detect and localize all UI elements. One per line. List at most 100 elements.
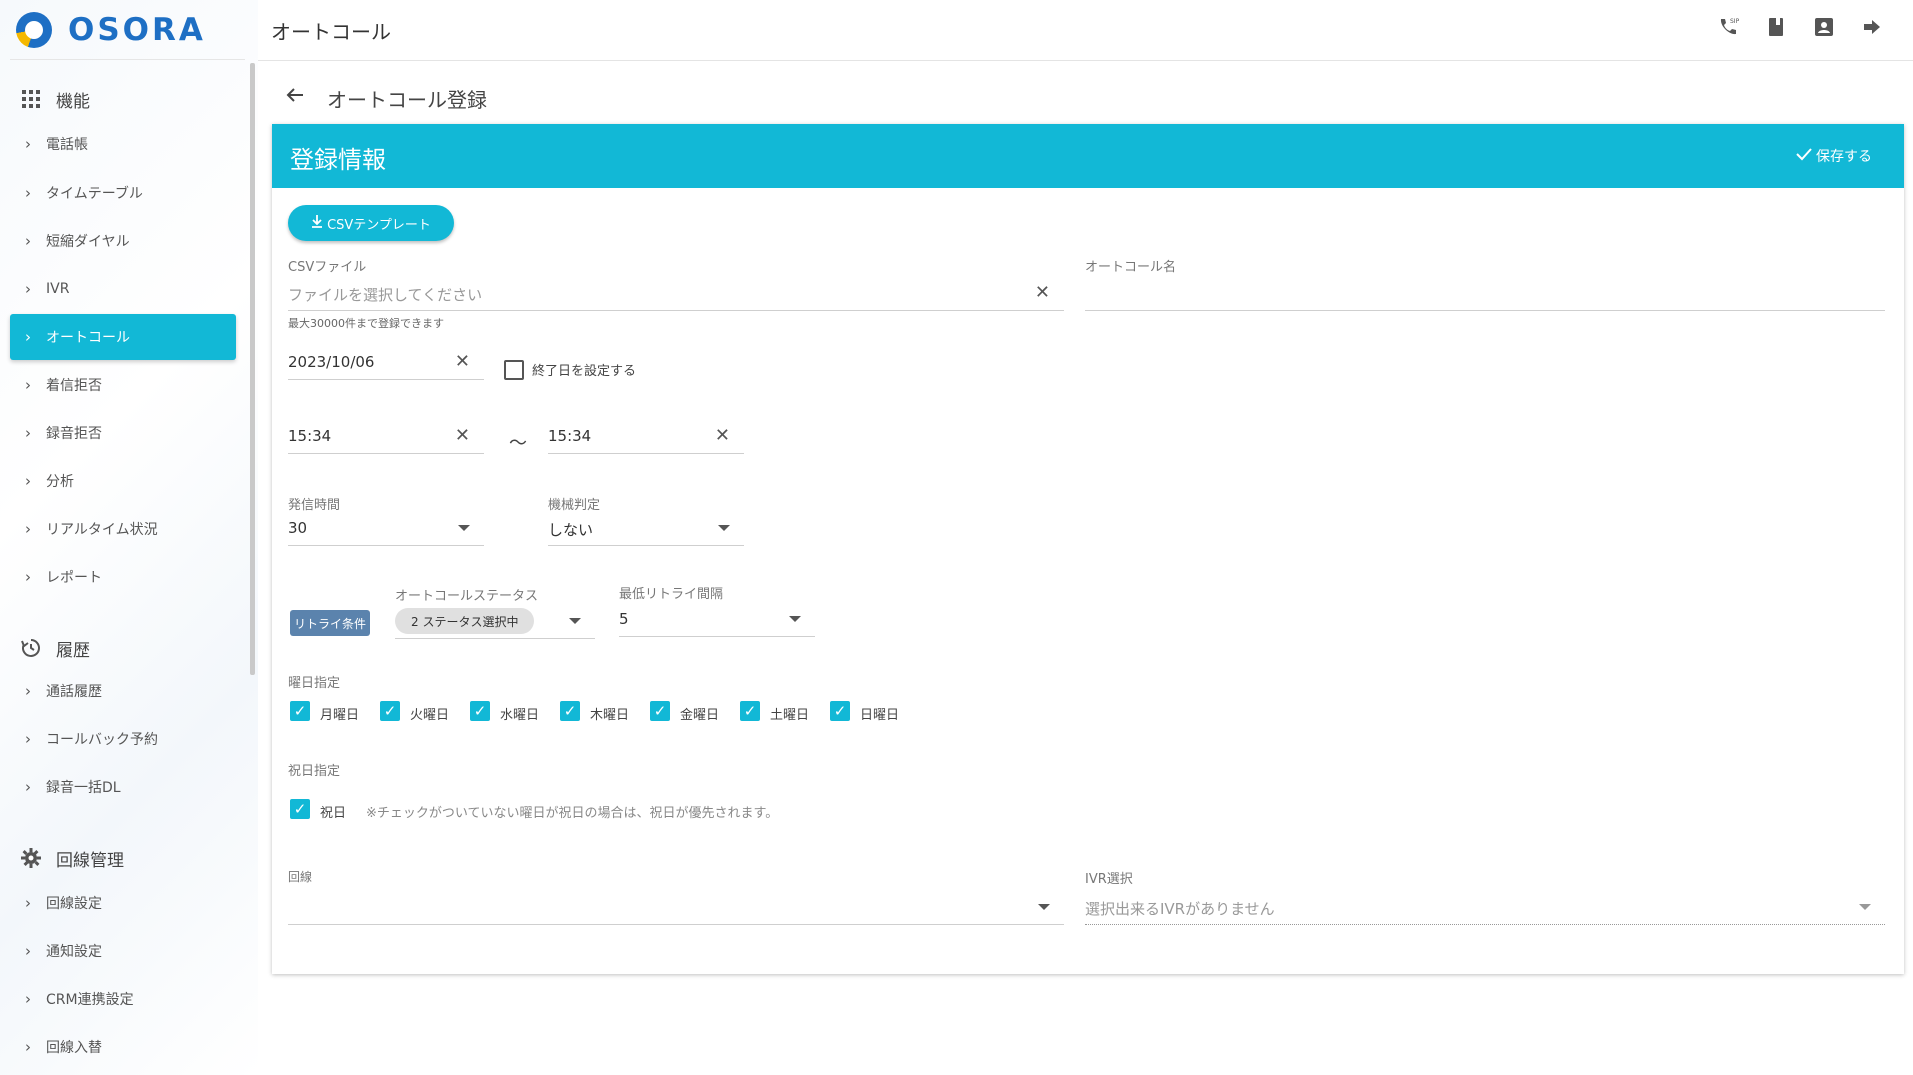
time-separator: ～ (509, 433, 527, 454)
sidebar-item-report[interactable]: › レポート (10, 554, 236, 600)
thursday-label: 木曜日 (590, 708, 630, 723)
tuesday-checkbox[interactable]: ✓ (380, 701, 400, 721)
chevron-right-icon: › (25, 424, 31, 442)
chevron-right-icon: › (25, 376, 31, 394)
friday-label: 金曜日 (680, 708, 720, 723)
sidebar-item-label: 録音一括DL (46, 780, 121, 796)
sunday-checkbox[interactable]: ✓ (830, 701, 850, 721)
time-to-value: 15:34 (548, 427, 592, 445)
dropdown-arrow-icon (789, 616, 801, 622)
dropdown-arrow-icon (1859, 904, 1871, 910)
divider (10, 59, 245, 60)
monday-checkbox[interactable]: ✓ (290, 701, 310, 721)
start-date-input[interactable]: 2023/10/06 ✕ (288, 349, 484, 380)
wednesday-label: 水曜日 (500, 708, 540, 723)
sidebar-item-speed-dial[interactable]: › 短縮ダイヤル (10, 218, 236, 264)
time-to-input[interactable]: 15:34 ✕ (548, 423, 744, 454)
section-title: 回線管理 (56, 850, 124, 871)
contact-icon[interactable] (1813, 16, 1835, 38)
autocall-status-select[interactable]: 2 ステータス選択中 (395, 608, 595, 639)
check-icon (1796, 147, 1812, 165)
clear-icon[interactable]: ✕ (715, 425, 730, 446)
book-icon[interactable] (1765, 16, 1787, 38)
sidebar-item-crm-settings[interactable]: › CRM連携設定 (10, 976, 236, 1022)
sidebar-item-autocall[interactable]: › オートコール (10, 314, 236, 360)
sidebar-item-analysis[interactable]: › 分析 (10, 458, 236, 504)
autocall-name-input[interactable] (1085, 280, 1885, 311)
call-time-select[interactable]: 30 (288, 515, 484, 546)
line-select[interactable] (288, 894, 1064, 925)
sidebar-item-line-settings[interactable]: › 回線設定 (10, 880, 236, 926)
logout-icon[interactable] (1861, 16, 1883, 38)
clear-icon[interactable]: ✕ (455, 425, 470, 446)
tuesday-label: 火曜日 (410, 708, 450, 723)
sidebar-item-recording-block[interactable]: › 録音拒否 (10, 410, 236, 456)
download-icon (311, 214, 323, 232)
sidebar-item-realtime[interactable]: › リアルタイム状況 (10, 506, 236, 552)
history-icon (20, 637, 42, 659)
saturday-checkbox[interactable]: ✓ (740, 701, 760, 721)
retry-condition-tag: リトライ条件 (290, 610, 370, 636)
line-label: 回線 (288, 870, 313, 884)
clear-icon[interactable]: ✕ (455, 351, 470, 372)
sidebar-item-label: 録音拒否 (46, 426, 102, 442)
sidebar-item-label: 短縮ダイヤル (46, 234, 130, 250)
sidebar-item-callback[interactable]: › コールバック予約 (10, 716, 236, 762)
ivr-placeholder: 選択出来るIVRがありません (1085, 900, 1275, 918)
sidebar-item-ivr[interactable]: › IVR (10, 266, 236, 312)
sidebar-item-label: オートコール (46, 330, 130, 346)
section-header-features: 機能 (20, 86, 90, 112)
holiday-label: 祝日指定 (288, 764, 341, 779)
page-title: オートコール登録 (327, 88, 487, 112)
dropdown-arrow-icon (569, 618, 581, 624)
chevron-right-icon: › (25, 1038, 31, 1056)
sip-phone-icon[interactable]: SIP (1717, 16, 1739, 38)
sidebar-item-line-swap[interactable]: › 回線入替 (10, 1024, 236, 1070)
chevron-right-icon: › (25, 328, 31, 346)
sidebar-item-notification-settings[interactable]: › 通知設定 (10, 928, 236, 974)
chevron-right-icon: › (25, 135, 31, 153)
holiday-checkbox[interactable]: ✓ (290, 799, 310, 819)
grid-icon (20, 88, 42, 110)
csv-file-hint: 最大30000件まで登録できます (288, 317, 444, 330)
monday-label: 月曜日 (320, 708, 360, 723)
clear-icon[interactable]: ✕ (1035, 282, 1050, 303)
sidebar-item-call-history[interactable]: › 通話履歴 (10, 668, 236, 714)
save-button[interactable]: 保存する (1796, 146, 1872, 166)
csv-file-label: CSVファイル (288, 260, 367, 275)
machine-detect-select[interactable]: しない (548, 515, 744, 546)
sidebar-item-label: コールバック予約 (46, 732, 158, 748)
time-from-input[interactable]: 15:34 ✕ (288, 423, 484, 454)
csv-template-button[interactable]: CSVテンプレート (288, 205, 454, 241)
call-time-value: 30 (288, 519, 308, 537)
sidebar-item-timetable[interactable]: › タイムテーブル (10, 170, 236, 216)
sidebar-item-label: 電話帳 (46, 137, 88, 153)
section-title: 機能 (56, 91, 90, 112)
registration-card: 登録情報 保存する CSVテンプレート CSVファイル ファイルを選択してくださ… (272, 124, 1904, 974)
sidebar-item-label: リアルタイム状況 (46, 522, 158, 538)
logo[interactable]: OSORA (16, 10, 206, 50)
chevron-right-icon: › (25, 520, 31, 538)
min-retry-interval-select[interactable]: 5 (619, 606, 815, 637)
thursday-checkbox[interactable]: ✓ (560, 701, 580, 721)
sidebar-item-recording-dl[interactable]: › 録音一括DL (10, 764, 236, 810)
holiday-note: ※チェックがついていない曜日が祝日の場合は、祝日が優先されます。 (366, 806, 779, 821)
sidebar-scrollbar[interactable] (250, 63, 255, 675)
back-arrow-icon[interactable] (284, 84, 306, 112)
min-retry-interval-value: 5 (619, 610, 629, 628)
sidebar-item-label: CRM連携設定 (46, 992, 134, 1008)
chevron-right-icon: › (25, 990, 31, 1008)
top-icons: SIP (1717, 16, 1883, 38)
top-bar: オートコール SIP (258, 0, 1913, 61)
autocall-status-label: オートコールステータス (395, 589, 539, 604)
sidebar-item-incoming-block[interactable]: › 着信拒否 (10, 362, 236, 408)
end-date-checkbox[interactable] (504, 360, 524, 380)
wednesday-checkbox[interactable]: ✓ (470, 701, 490, 721)
sidebar-item-label: レポート (46, 570, 102, 586)
chevron-right-icon: › (25, 682, 31, 700)
friday-checkbox[interactable]: ✓ (650, 701, 670, 721)
sidebar-item-phonebook[interactable]: › 電話帳 (10, 121, 236, 167)
min-retry-interval-label: 最低リトライ間隔 (619, 587, 724, 602)
section-title: 履歴 (56, 640, 90, 661)
csv-file-input[interactable]: ファイルを選択してください ✕ (288, 280, 1064, 311)
